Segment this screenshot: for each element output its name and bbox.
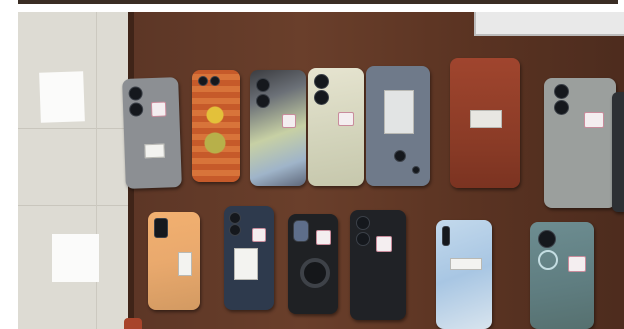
phone-navy <box>224 206 274 310</box>
camera-icon <box>314 90 329 105</box>
paper-sheet <box>39 71 85 123</box>
camera-icon <box>394 150 406 162</box>
photo-frame <box>0 0 624 329</box>
sticker <box>568 256 586 272</box>
ring-holder <box>300 258 330 288</box>
phone-brown-case <box>450 58 520 188</box>
camera-icon <box>210 76 220 86</box>
sticker <box>150 101 167 118</box>
camera-icon <box>356 232 370 246</box>
phone-blue <box>366 66 430 186</box>
phone-orange-case <box>192 70 240 182</box>
paper-label <box>384 90 414 134</box>
camera-icon <box>442 226 450 246</box>
camera-icon <box>293 220 309 242</box>
sticker <box>338 112 354 126</box>
phone-teal <box>530 222 594 329</box>
paper-sheet <box>52 234 99 282</box>
camera-icon <box>229 212 241 224</box>
sticker <box>376 236 392 252</box>
phone-peach <box>148 212 200 310</box>
label-sticker <box>144 143 165 159</box>
red-object <box>124 318 142 329</box>
camera-icon <box>314 74 329 89</box>
paper-label <box>178 252 192 276</box>
paper-label <box>234 248 258 280</box>
floor-tile-line <box>18 205 136 206</box>
camera-icon <box>554 84 569 99</box>
sticker <box>252 228 266 242</box>
phone-black-ring <box>288 214 338 314</box>
sticker <box>282 114 296 128</box>
phone-partial-right <box>612 92 624 212</box>
camera-icon <box>256 94 270 108</box>
top-edge-strip <box>18 0 618 4</box>
camera-icon <box>554 100 569 115</box>
floor-tile-line <box>18 128 136 129</box>
phone-iridescent <box>250 70 306 186</box>
sticker <box>316 230 331 245</box>
phone-light-grey <box>544 78 616 208</box>
case-pattern <box>200 94 230 164</box>
box-corner <box>474 12 624 36</box>
camera-icon <box>154 218 168 238</box>
camera-icon <box>538 230 556 248</box>
phone-grey <box>122 77 182 189</box>
camera-icon <box>229 224 241 236</box>
camera-icon <box>256 78 270 92</box>
sticker <box>584 112 604 128</box>
phone-light-blue <box>436 220 492 329</box>
camera-icon <box>128 102 144 117</box>
camera-icon <box>128 86 143 101</box>
camera-ring <box>538 250 558 270</box>
paper-label <box>470 110 502 128</box>
paper-label <box>450 258 482 270</box>
phone-black <box>350 210 406 320</box>
phone-beige <box>308 68 364 186</box>
camera-icon <box>356 216 370 230</box>
camera-icon <box>198 76 208 86</box>
camera-icon <box>412 166 420 174</box>
